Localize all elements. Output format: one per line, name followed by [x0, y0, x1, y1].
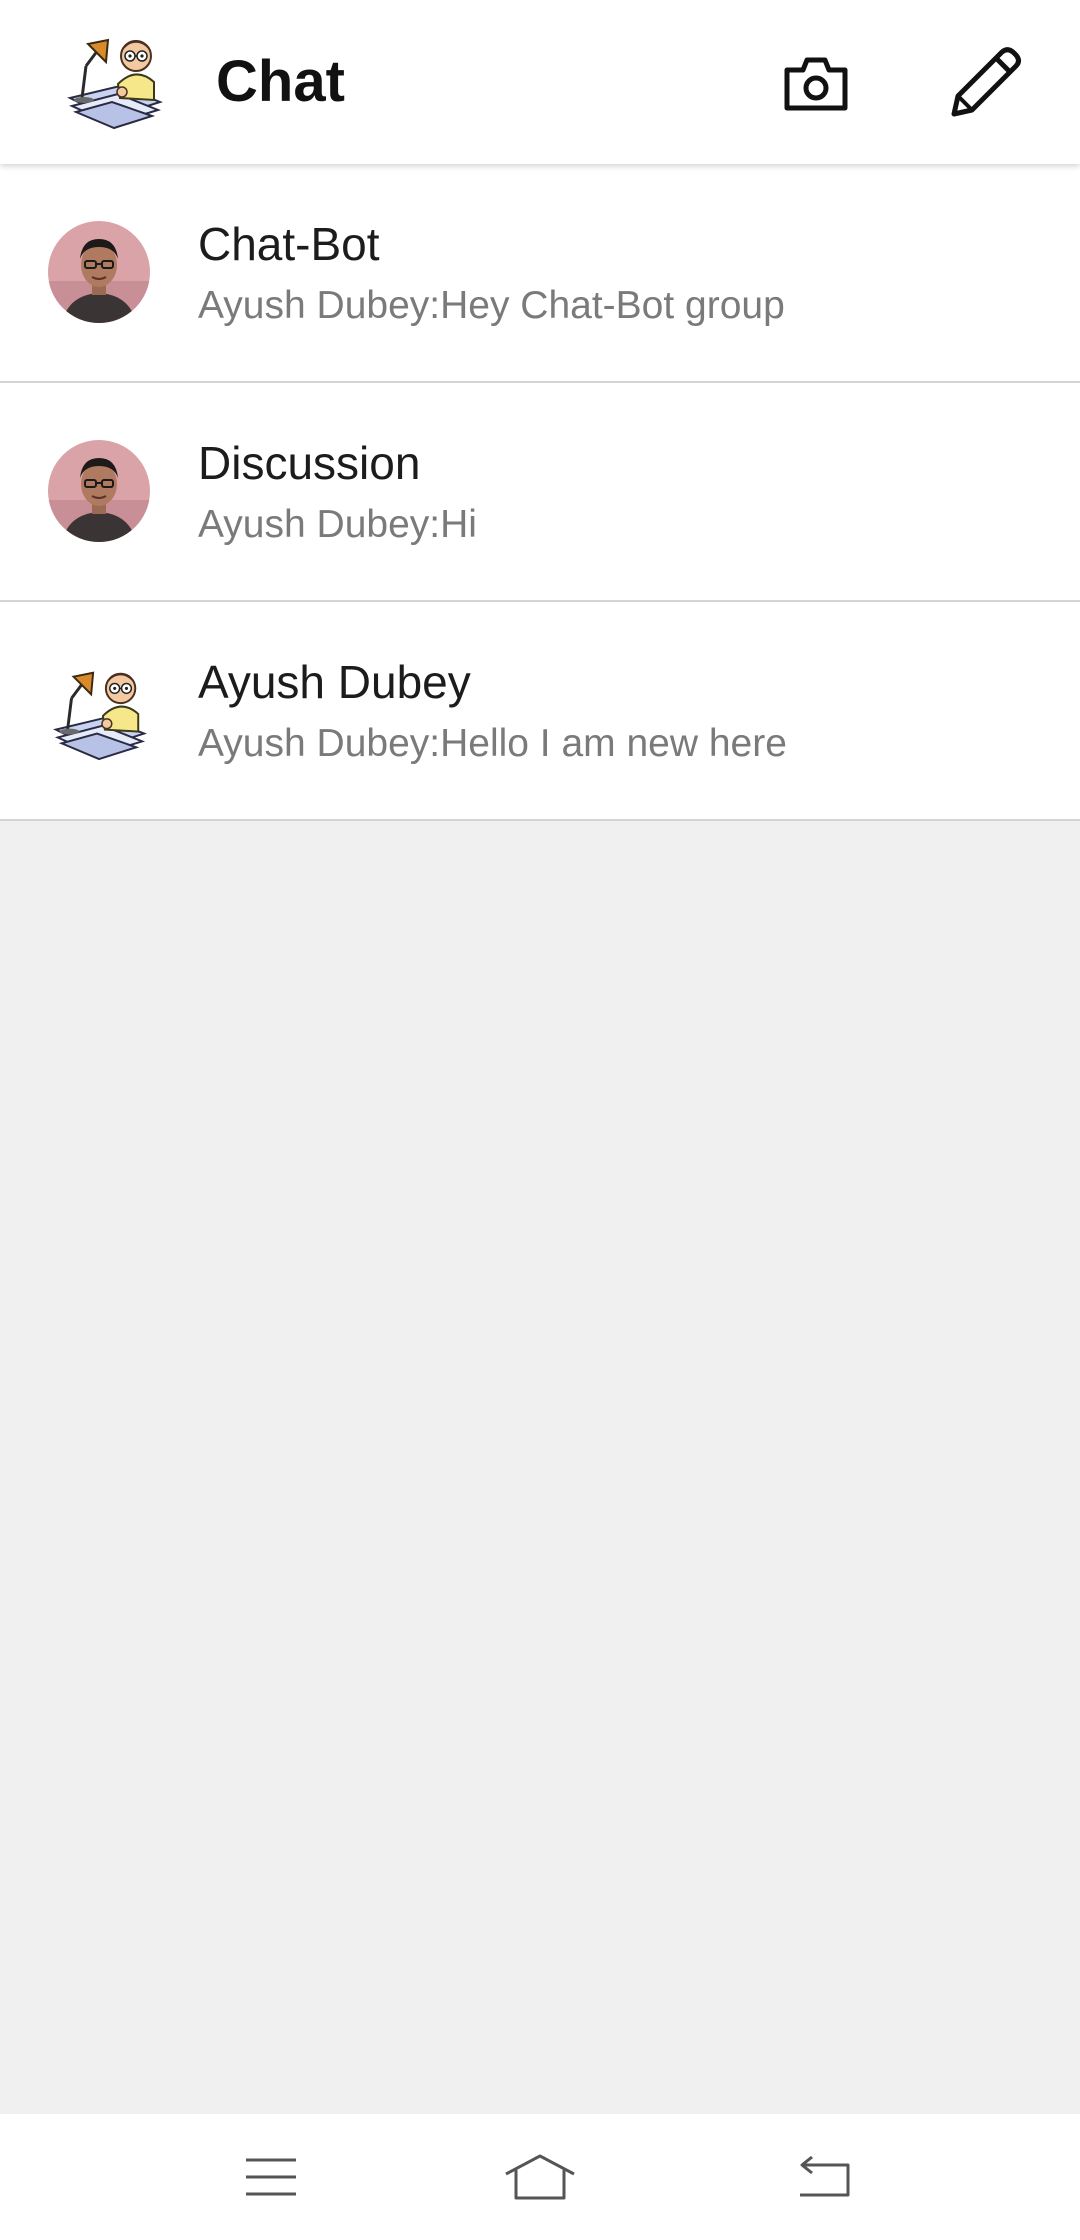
menu-icon: [246, 2158, 296, 2196]
chat-list: Chat-Bot Ayush Dubey:Hey Chat-Bot group …: [0, 164, 1080, 821]
system-navigation-bar: [0, 2114, 1080, 2240]
chat-name: Discussion: [198, 437, 421, 489]
app-bar: Chat: [0, 0, 1080, 164]
cartoon-writer-icon: [53, 671, 148, 761]
chat-list-item-discussion[interactable]: Discussion Ayush Dubey:Hi: [0, 383, 1080, 602]
chat-last-message: Ayush Dubey:Hi: [198, 503, 477, 546]
avatar: [48, 440, 150, 542]
back-icon: [800, 2155, 850, 2197]
home-icon: [505, 2154, 575, 2200]
recent-apps-button[interactable]: [226, 2142, 316, 2212]
chat-list-item-chat-bot[interactable]: Chat-Bot Ayush Dubey:Hey Chat-Bot group: [0, 164, 1080, 383]
person-photo-icon: [48, 440, 150, 542]
back-button[interactable]: [779, 2142, 869, 2212]
camera-icon: [784, 57, 848, 111]
person-photo-icon: [48, 221, 150, 323]
chat-list-item-ayush-dubey[interactable]: Ayush Dubey Ayush Dubey:Hello I am new h…: [0, 602, 1080, 821]
home-button[interactable]: [495, 2142, 585, 2212]
camera-button[interactable]: [776, 44, 856, 124]
chat-name: Chat-Bot: [198, 218, 380, 270]
app-logo-icon: [62, 26, 166, 130]
chat-last-message: Ayush Dubey:Hello I am new here: [198, 722, 787, 765]
pencil-icon: [951, 47, 1021, 117]
compose-button[interactable]: [940, 38, 1030, 128]
avatar: [48, 659, 150, 761]
avatar: [48, 221, 150, 323]
chat-last-message: Ayush Dubey:Hey Chat-Bot group: [198, 284, 785, 327]
page-title: Chat: [216, 49, 345, 114]
chat-name: Ayush Dubey: [198, 656, 471, 708]
